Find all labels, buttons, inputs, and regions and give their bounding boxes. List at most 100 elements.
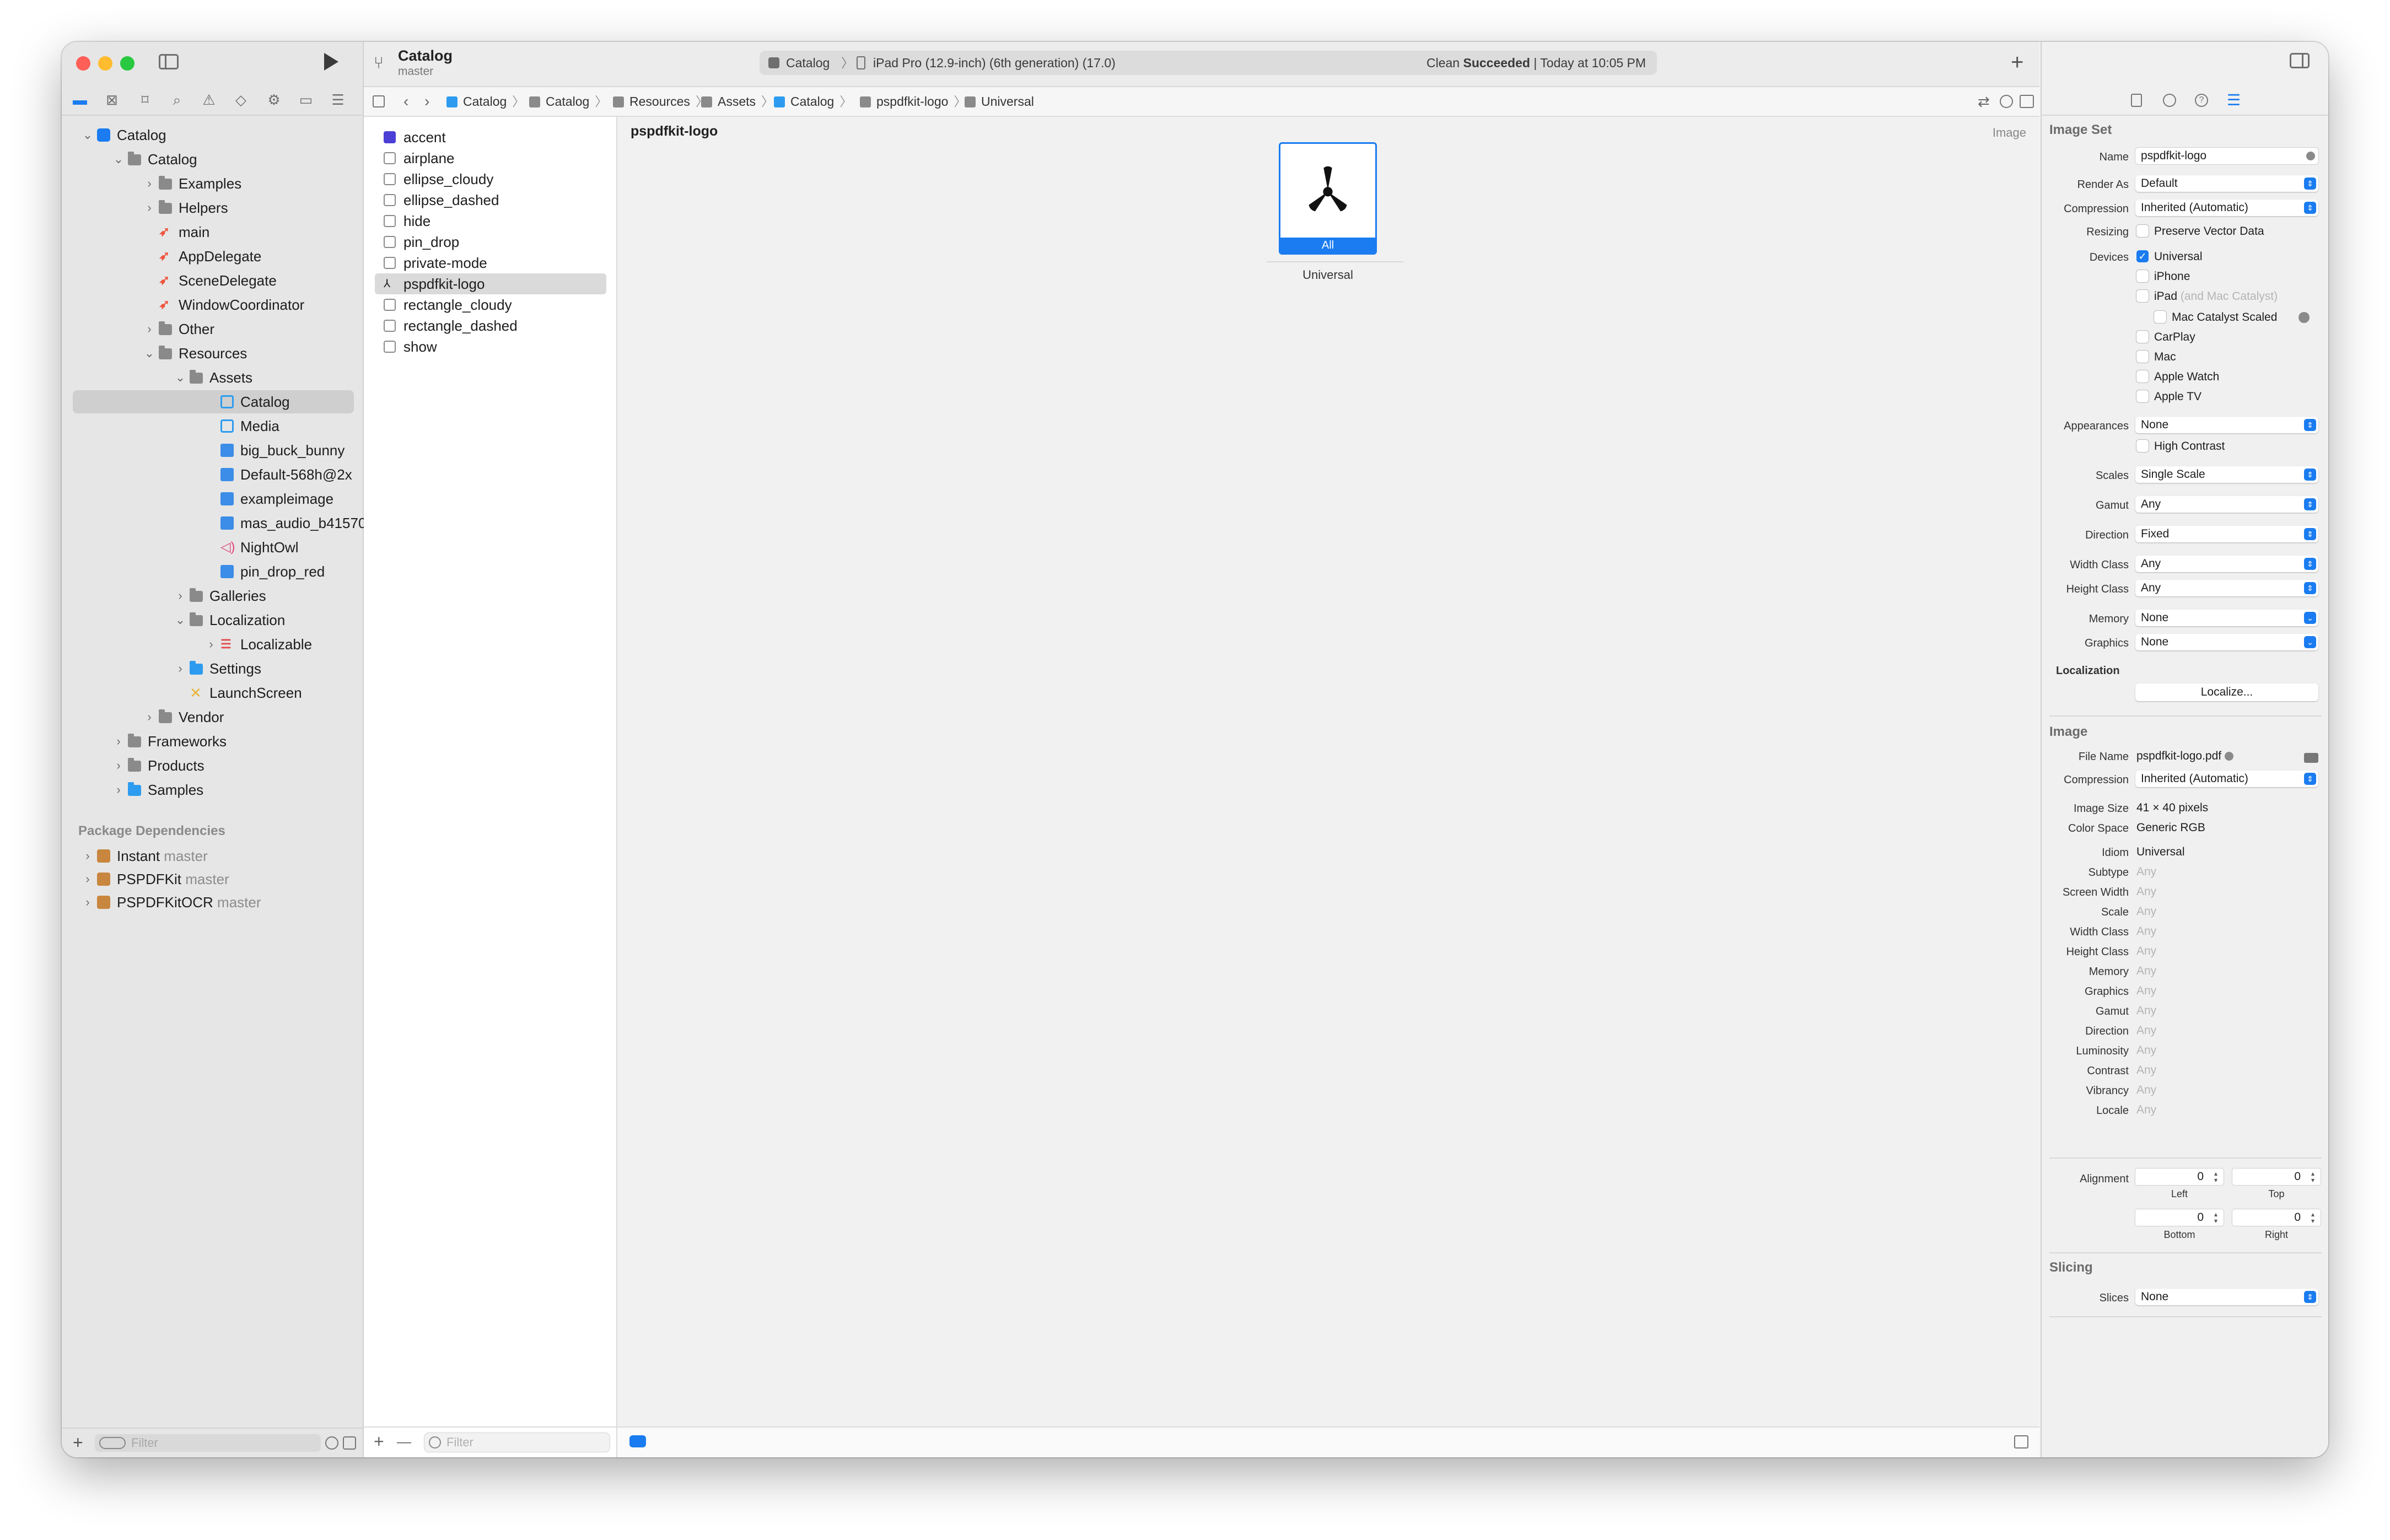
asset-item[interactable]: rectangle_dashed	[375, 315, 606, 336]
package-item[interactable]: › PSPDFKitOCR master	[73, 891, 354, 914]
mac-checkbox[interactable]	[2136, 351, 2149, 363]
add-asset-button[interactable]: +	[374, 1432, 384, 1451]
forward-arrow-icon[interactable]: ›	[424, 87, 429, 116]
remove-asset-button[interactable]: —	[397, 1432, 411, 1451]
clear-icon[interactable]	[2306, 152, 2315, 160]
memory-popup[interactable]: None ⌄	[2135, 610, 2318, 626]
iphone-checkbox[interactable]	[2136, 270, 2149, 282]
options-icon[interactable]	[2000, 95, 2013, 108]
tree-item[interactable]: › Settings	[73, 657, 354, 680]
scheme-selector[interactable]: Catalog	[786, 51, 830, 75]
tree-item[interactable]: ⌄ Catalog	[73, 148, 354, 171]
asset-item[interactable]: hide	[375, 211, 606, 231]
tree-item[interactable]: › ☰ Localizable	[73, 633, 354, 656]
run-destination[interactable]: iPad Pro (12.9-inch) (6th generation) (1…	[873, 51, 1116, 75]
align-top-field[interactable]: 0 ▴ ▾	[2232, 1169, 2321, 1185]
toggle-debug-area-icon[interactable]	[2014, 1435, 2028, 1449]
width-class-popup[interactable]: Any ⇕	[2135, 556, 2318, 572]
tree-item[interactable]: ➶ main	[73, 220, 354, 244]
tree-item[interactable]: pin_drop_red	[73, 560, 354, 583]
asset-item[interactable]: ⅄ pspdfkit-logo	[375, 273, 606, 294]
tree-item[interactable]: › Frameworks	[73, 730, 354, 753]
info-icon[interactable]	[2299, 312, 2310, 323]
disclosure-closed-icon[interactable]: ›	[205, 633, 217, 656]
breadcrumb-item[interactable]: Catalog 〉	[774, 87, 852, 116]
disclosure-open-icon[interactable]: ⌄	[143, 342, 155, 365]
asset-item[interactable]: private-mode	[375, 252, 606, 273]
asset-item[interactable]: rectangle_cloudy	[375, 294, 606, 315]
disclosure-closed-icon[interactable]: ›	[143, 196, 155, 219]
tree-item[interactable]: ⌄ Resources	[73, 342, 354, 365]
stepper-icon[interactable]: ▴ ▾	[2211, 1170, 2220, 1183]
high-contrast-checkbox[interactable]	[2136, 440, 2149, 452]
asset-item[interactable]: pin_drop	[375, 231, 606, 252]
folder-icon[interactable]: ▬	[72, 91, 88, 108]
align-right-field[interactable]: 0 ▴ ▾	[2232, 1209, 2321, 1226]
localize-button[interactable]: Localize...	[2135, 683, 2318, 701]
related-items-icon[interactable]	[373, 95, 385, 107]
disclosure-closed-icon[interactable]: ›	[82, 868, 94, 891]
carplay-checkbox[interactable]	[2136, 331, 2149, 343]
filter-options-icon[interactable]	[99, 1437, 126, 1449]
disclosure-closed-icon[interactable]: ›	[143, 172, 155, 195]
render-as-popup[interactable]: Default ⇕	[2135, 175, 2318, 192]
debug-icon[interactable]: ⚙	[266, 91, 282, 108]
search-icon[interactable]: ⌕	[169, 91, 185, 108]
disclosure-closed-icon[interactable]: ›	[174, 584, 186, 607]
height-class-popup[interactable]: Any ⇕	[2135, 580, 2318, 596]
breadcrumb-item[interactable]: Catalog 〉	[529, 87, 607, 116]
tree-item[interactable]: › Examples	[73, 172, 354, 195]
align-bottom-field[interactable]: 0 ▴ ▾	[2135, 1209, 2224, 1226]
minimize-window-button[interactable]	[98, 56, 112, 71]
preserve-vector-checkbox[interactable]	[2136, 225, 2149, 237]
tree-item[interactable]: › Vendor	[73, 706, 354, 729]
tree-item[interactable]: Media	[73, 414, 354, 438]
disclosure-closed-icon[interactable]: ›	[82, 891, 94, 914]
breadcrumb-item[interactable]: Catalog 〉	[446, 87, 525, 116]
stepper-icon[interactable]: ▴ ▾	[2211, 1211, 2220, 1224]
disclosure-closed-icon[interactable]: ›	[112, 730, 125, 753]
disclosure-open-icon[interactable]: ⌄	[112, 148, 125, 171]
tree-item[interactable]: › Galleries	[73, 584, 354, 607]
recent-files-icon[interactable]	[325, 1436, 338, 1450]
warning-icon[interactable]: ⚠	[201, 91, 217, 108]
disclosure-closed-icon[interactable]: ›	[143, 317, 155, 341]
compression-popup[interactable]: Inherited (Automatic) ⇕	[2135, 200, 2318, 216]
refresh-icon[interactable]: ⇄	[1978, 87, 1990, 116]
attributes-inspector-icon[interactable]: ☰	[2227, 93, 2241, 108]
tree-item[interactable]: ✕ LaunchScreen	[73, 681, 354, 704]
tree-item[interactable]: › Samples	[73, 778, 354, 801]
appearances-popup[interactable]: None ⇕	[2135, 417, 2318, 433]
activity-indicator[interactable]	[629, 1435, 646, 1447]
tree-item[interactable]: ⌄ Assets	[73, 366, 354, 389]
name-field[interactable]: pspdfkit-logo	[2135, 148, 2318, 164]
report-icon[interactable]: ☰	[330, 91, 346, 108]
package-item[interactable]: › Instant master	[73, 844, 354, 868]
asset-filter-field[interactable]: Filter	[424, 1433, 610, 1452]
back-arrow-icon[interactable]: ‹	[403, 87, 408, 116]
mac-catalyst-scaled-checkbox[interactable]	[2154, 311, 2166, 323]
source-control-icon[interactable]: ⊠	[104, 91, 120, 108]
test-icon[interactable]: ◇	[233, 91, 249, 108]
asset-item[interactable]: ellipse_dashed	[375, 190, 606, 211]
graphics-popup[interactable]: None ⌄	[2135, 634, 2318, 650]
folder-icon[interactable]	[2304, 753, 2318, 763]
run-button[interactable]	[324, 53, 338, 71]
breadcrumb-item[interactable]: pspdfkit-logo 〉	[860, 87, 966, 116]
disclosure-closed-icon[interactable]: ›	[82, 844, 94, 868]
scales-popup[interactable]: Single Scale ⇕	[2135, 466, 2318, 483]
disclosure-closed-icon[interactable]: ›	[112, 754, 125, 777]
tree-item[interactable]: big_buck_bunny	[73, 439, 354, 462]
close-window-button[interactable]	[76, 56, 90, 71]
disclosure-open-icon[interactable]: ⌄	[82, 123, 94, 147]
apple-tv-checkbox[interactable]	[2136, 390, 2149, 402]
align-left-field[interactable]: 0 ▴ ▾	[2135, 1169, 2224, 1185]
tree-item[interactable]: ➶ AppDelegate	[73, 245, 354, 268]
tree-item[interactable]: ◁) NightOwl	[73, 536, 354, 559]
disclosure-closed-icon[interactable]: ›	[174, 657, 186, 680]
split-editor-icon[interactable]	[2020, 95, 2034, 108]
universal-checkbox[interactable]: ✓	[2136, 250, 2149, 262]
breadcrumb-item[interactable]: Universal	[965, 87, 1034, 116]
direction-popup[interactable]: Fixed ⇕	[2135, 526, 2318, 542]
breadcrumb-item[interactable]: Resources〉	[613, 87, 708, 116]
